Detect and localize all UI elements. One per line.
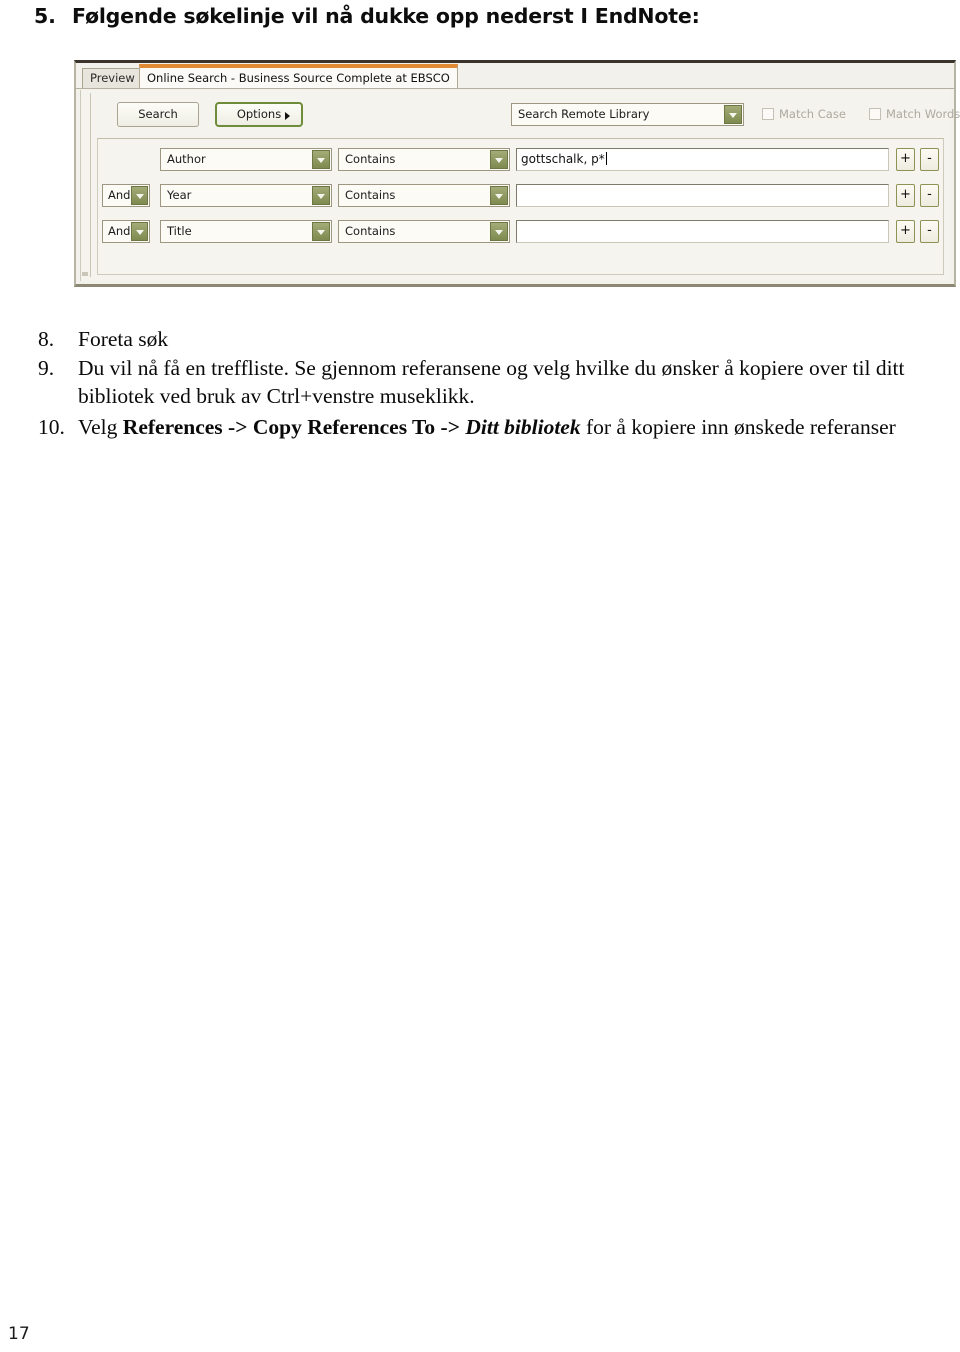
endnote-window: Preview Online Search - Business Source …: [74, 60, 960, 287]
step-10-part-bold-italic: Ditt bibliotek: [465, 415, 581, 439]
add-row-button-1[interactable]: +: [896, 148, 915, 171]
field-select-2[interactable]: Year: [160, 184, 332, 207]
search-term-input-2[interactable]: [516, 184, 889, 207]
boolean-select-2[interactable]: And: [102, 184, 150, 207]
step-9-text: Du vil nå få en treffliste. Se gjennom r…: [78, 356, 905, 408]
search-row: And Year Contains + -: [98, 181, 943, 210]
step-9: 9. Du vil nå få en treffliste. Se gjenno…: [38, 354, 938, 410]
search-row: Author Contains gottschalk, p* + -: [98, 145, 943, 174]
document-page: 5. Følgende søkelinje vil nå dukke opp ne…: [0, 0, 960, 1352]
search-row: And Title Contains + -: [98, 217, 943, 246]
tab-strip-divider: [76, 88, 954, 89]
options-button[interactable]: Options: [215, 102, 303, 127]
field-select-3[interactable]: Title: [160, 220, 332, 243]
match-words-checkbox[interactable]: Match Words: [869, 106, 960, 122]
chevron-down-icon[interactable]: [490, 150, 508, 169]
step-10-part-bold: References -> Copy References To ->: [122, 415, 466, 439]
step-10-number: 10.: [38, 415, 65, 439]
remote-library-value: Search Remote Library: [518, 107, 650, 121]
intro-line: 5. Følgende søkelinje vil nå dukke opp ne…: [34, 4, 700, 28]
remove-row-button-2[interactable]: -: [920, 184, 939, 207]
text-caret: [605, 152, 607, 165]
match-case-checkbox[interactable]: Match Case: [762, 106, 846, 122]
chevron-down-icon[interactable]: [490, 222, 508, 241]
page-number: 17: [8, 1324, 30, 1344]
add-row-button-2[interactable]: +: [896, 184, 915, 207]
panel-left-rail: [81, 93, 91, 277]
intro-text: Følgende søkelinje vil nå dukke opp nede…: [72, 4, 700, 28]
rail-tick: [82, 272, 88, 276]
chevron-down-icon[interactable]: [312, 222, 330, 241]
search-term-input-3[interactable]: [516, 220, 889, 243]
tab-online-search[interactable]: Online Search - Business Source Complete…: [139, 64, 458, 89]
field-select-3-value: Title: [167, 224, 192, 238]
step-10-text: Velg References -> Copy References To ->…: [78, 413, 938, 441]
chevron-down-icon[interactable]: [131, 222, 148, 241]
boolean-select-2-value: And: [108, 188, 131, 202]
step-10-part-plain-b: for å kopiere inn ønskede referanser: [580, 415, 896, 439]
caret-right-icon: [285, 112, 290, 120]
operator-select-1[interactable]: Contains: [338, 148, 510, 171]
step-8: 8. Foreta søk: [38, 325, 938, 353]
search-toolbar: Search Options Search Remote Library Mat…: [97, 102, 960, 130]
remove-row-button-1[interactable]: -: [920, 148, 939, 171]
boolean-select-3[interactable]: And: [102, 220, 150, 243]
boolean-select-3-value: And: [108, 224, 131, 238]
field-select-2-value: Year: [167, 188, 192, 202]
chevron-down-icon[interactable]: [490, 186, 508, 205]
match-case-label: Match Case: [779, 107, 846, 121]
chevron-down-icon[interactable]: [724, 105, 742, 124]
operator-select-3[interactable]: Contains: [338, 220, 510, 243]
step-8-text: Foreta søk: [78, 327, 169, 351]
step-9-number: 9.: [38, 356, 55, 380]
tab-strip: Preview Online Search - Business Source …: [76, 63, 954, 89]
search-button[interactable]: Search: [117, 102, 199, 127]
remote-library-select[interactable]: Search Remote Library: [511, 103, 744, 126]
operator-select-2-value: Contains: [345, 188, 396, 202]
endnote-screenshot: Preview Online Search - Business Source …: [74, 60, 960, 287]
match-words-label: Match Words: [886, 107, 960, 121]
search-term-input-1-value: gottschalk, p*: [521, 152, 605, 166]
checkbox-box: [762, 108, 774, 120]
step-10-part-plain-a: Velg: [78, 415, 123, 439]
intro-number: 5.: [34, 4, 56, 28]
add-row-button-3[interactable]: +: [896, 220, 915, 243]
search-panel: Search Options Search Remote Library Mat…: [80, 90, 960, 281]
remove-row-button-3[interactable]: -: [920, 220, 939, 243]
checkbox-box: [869, 108, 881, 120]
chevron-down-icon[interactable]: [312, 150, 330, 169]
step-8-number: 8.: [38, 327, 55, 351]
field-select-1-value: Author: [167, 152, 206, 166]
operator-select-1-value: Contains: [345, 152, 396, 166]
chevron-down-icon[interactable]: [312, 186, 330, 205]
search-term-input-1[interactable]: gottschalk, p*: [516, 148, 889, 171]
operator-select-2[interactable]: Contains: [338, 184, 510, 207]
operator-select-3-value: Contains: [345, 224, 396, 238]
field-select-1[interactable]: Author: [160, 148, 332, 171]
options-button-label: Options: [236, 107, 282, 121]
tab-preview[interactable]: Preview: [82, 68, 143, 89]
instruction-steps: 8. Foreta søk 9. Du vil nå få en treffli…: [38, 325, 938, 441]
search-rows: Author Contains gottschalk, p* + - And Y…: [97, 138, 944, 275]
step-10: 10. Velg References -> Copy References T…: [38, 413, 938, 441]
chevron-down-icon[interactable]: [131, 186, 148, 205]
